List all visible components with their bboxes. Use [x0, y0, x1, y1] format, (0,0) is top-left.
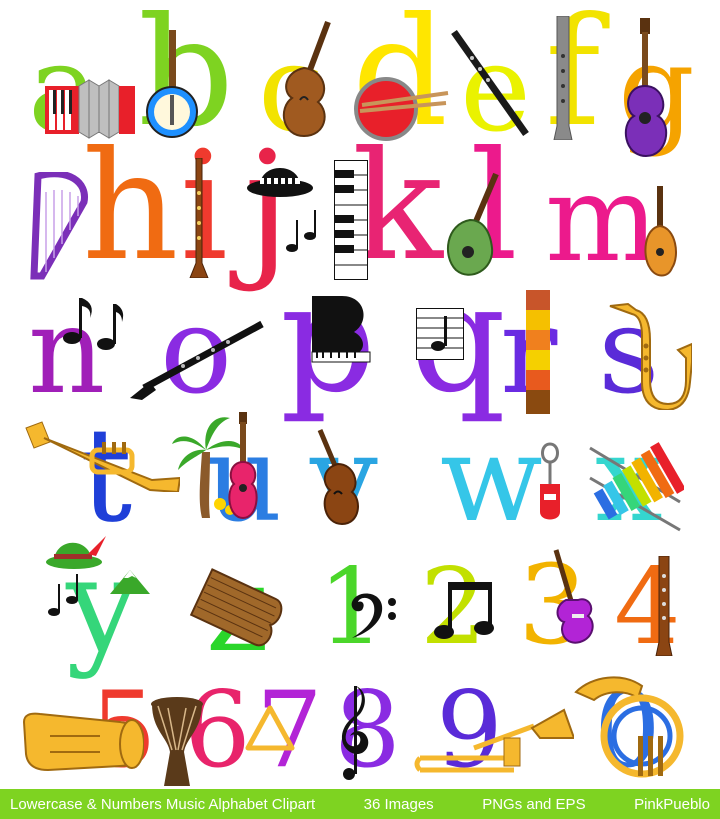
- whistle-icon: [540, 442, 560, 520]
- footer-brand: PinkPueblo: [634, 795, 710, 813]
- recorder-icon: [553, 16, 573, 140]
- music-notes-icon: [48, 574, 78, 616]
- mandolin-small-icon: [644, 186, 677, 277]
- zither-icon: [189, 568, 283, 647]
- alphabet-poster: a b c d e f g h i: [0, 0, 720, 819]
- xylophone-icon: [589, 442, 684, 532]
- clarinet-small-icon: [189, 158, 209, 278]
- footer-bar: Lowercase & Numbers Music Alphabet Clipa…: [0, 789, 720, 819]
- footer-count: 36 Images: [363, 795, 434, 813]
- mountain-icon: [110, 570, 150, 594]
- sheet-music-icon: [416, 308, 464, 360]
- eighth-notes-icon: [434, 582, 494, 639]
- alpine-hat-icon: [46, 536, 106, 569]
- trumpet-icon: [25, 421, 180, 492]
- bass-clef-icon: [351, 593, 396, 638]
- trombone-icon: [414, 708, 574, 773]
- french-horn-icon: [574, 676, 684, 778]
- music-notes-icon: [63, 298, 124, 350]
- recorder-brown-icon: [655, 556, 673, 656]
- footer-title: Lowercase & Numbers Music Alphabet Clipa…: [10, 795, 316, 813]
- electric-guitar-icon: [553, 549, 594, 644]
- fedora-hat-icon: [247, 168, 313, 197]
- tuba-icon: [22, 712, 144, 772]
- guitar-icon: [625, 18, 667, 158]
- harp-icon: [30, 172, 88, 280]
- saxophone-icon: [609, 302, 692, 410]
- violin-small-icon: [317, 429, 359, 526]
- clarinet-icon: [130, 320, 264, 400]
- rainstick-icon: [526, 290, 550, 414]
- ukulele-icon: [228, 412, 258, 520]
- treble-clef-icon: [341, 686, 369, 780]
- letter-h: h: [82, 120, 179, 294]
- footer-formats: PNGs and EPS: [482, 795, 586, 813]
- music-notes-icon: [286, 210, 316, 252]
- triangle-icon: [245, 705, 295, 751]
- djembe-icon: [151, 697, 203, 786]
- letter-w: w: [440, 410, 543, 549]
- grand-piano-icon: [311, 296, 371, 363]
